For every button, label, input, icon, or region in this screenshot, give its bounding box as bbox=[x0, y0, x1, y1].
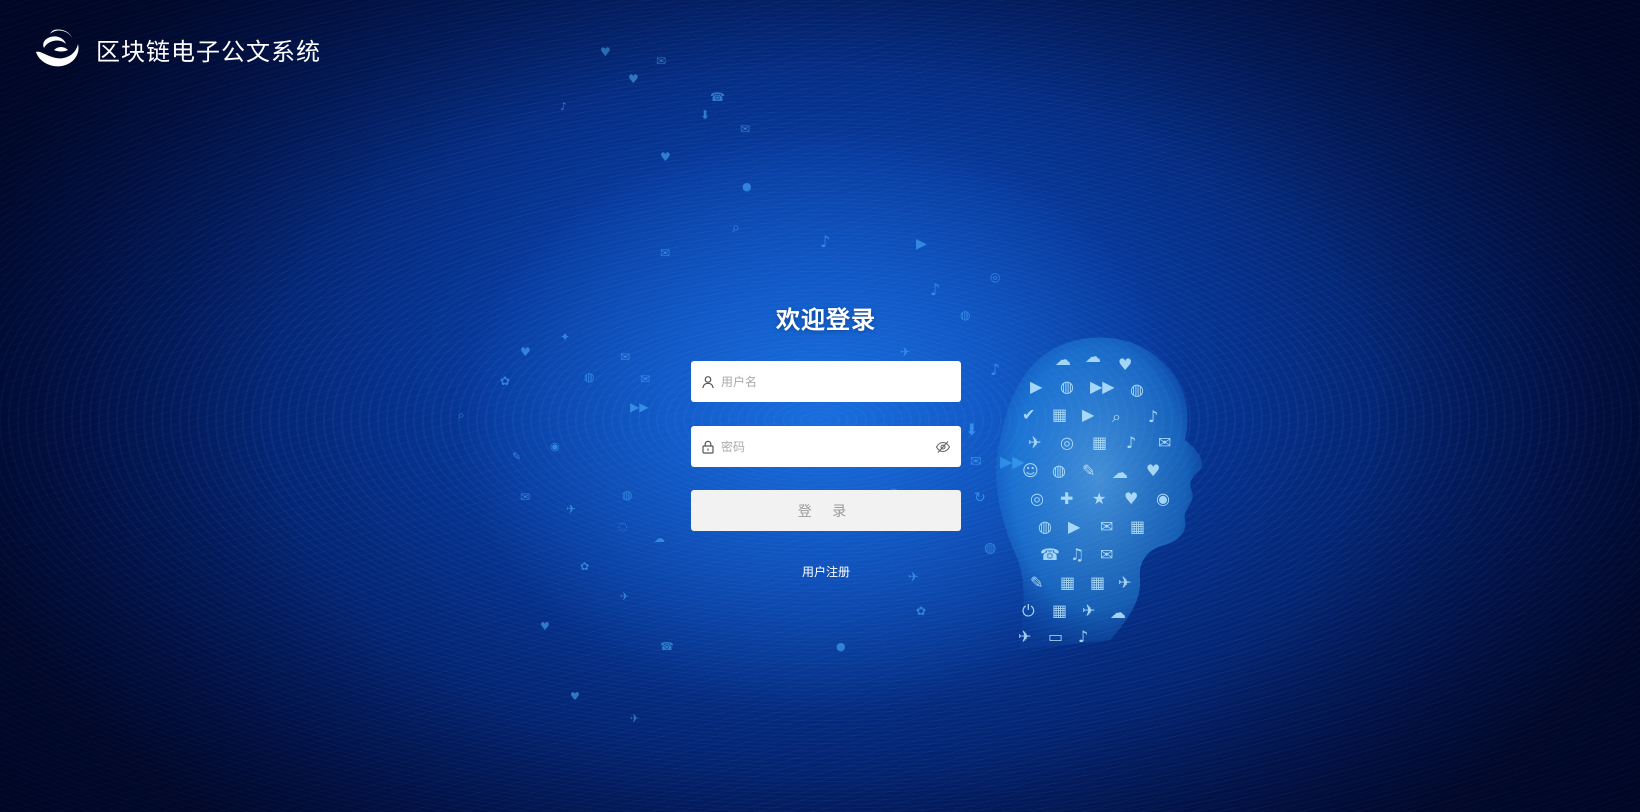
login-button[interactable]: 登 录 bbox=[691, 490, 961, 531]
svg-text:▦: ▦ bbox=[1092, 433, 1107, 452]
svg-text:⌕: ⌕ bbox=[1112, 407, 1121, 426]
head-silhouette-illustration: ☁ ☁ ♥ ▶ ◍ ▶▶ ◍ ✔ ▦ ▶ ⌕ ♪ ✈ ◎ ▦ ♪ ✉ ☺ ◍ ✎ ☁ ♥ ◎ ✚ ★ ♥ ◉ ◍ ▶ ✉ ▦ ☎… bbox=[996, 337, 1203, 650]
username-input[interactable] bbox=[721, 361, 951, 402]
svg-text:◍: ◍ bbox=[1130, 380, 1144, 399]
svg-text:♥: ♥ bbox=[1118, 355, 1132, 374]
svg-text:☎: ☎ bbox=[1040, 545, 1060, 564]
svg-text:☁: ☁ bbox=[1110, 603, 1126, 622]
app-title: 区块链电子公文系统 bbox=[96, 37, 321, 66]
svg-text:☺: ☺ bbox=[1022, 461, 1039, 480]
svg-text:☁: ☁ bbox=[1112, 463, 1128, 482]
svg-text:◍: ◍ bbox=[1052, 461, 1066, 480]
svg-text:☁: ☁ bbox=[1085, 347, 1101, 366]
svg-text:◍: ◍ bbox=[1060, 377, 1074, 396]
password-field[interactable] bbox=[691, 426, 961, 467]
svg-text:▦: ▦ bbox=[1052, 405, 1067, 424]
password-input[interactable] bbox=[721, 426, 935, 467]
login-form: 欢迎登录 登 录 用户注册 bbox=[691, 300, 961, 580]
svg-text:⏻: ⏻ bbox=[1022, 601, 1035, 620]
svg-text:✎: ✎ bbox=[1082, 461, 1095, 480]
lock-icon bbox=[702, 440, 714, 454]
svg-text:▭: ▭ bbox=[1048, 627, 1063, 646]
svg-text:♪: ♪ bbox=[1078, 627, 1088, 646]
swirl-logo-icon bbox=[36, 29, 79, 67]
svg-text:◉: ◉ bbox=[1156, 489, 1170, 508]
svg-text:▶: ▶ bbox=[1082, 405, 1095, 424]
svg-text:☁: ☁ bbox=[1055, 350, 1071, 369]
svg-text:✎: ✎ bbox=[1030, 573, 1043, 592]
svg-text:✉: ✉ bbox=[1100, 517, 1113, 536]
svg-text:▦: ▦ bbox=[1060, 573, 1075, 592]
svg-text:◍: ◍ bbox=[1038, 517, 1052, 536]
svg-text:▦: ▦ bbox=[1052, 601, 1067, 620]
svg-text:♪: ♪ bbox=[1148, 407, 1158, 426]
register-link[interactable]: 用户注册 bbox=[802, 563, 850, 580]
svg-text:▶: ▶ bbox=[1030, 377, 1043, 396]
user-icon bbox=[702, 375, 714, 388]
svg-text:♥: ♥ bbox=[1146, 461, 1160, 480]
svg-text:♪: ♪ bbox=[1126, 433, 1136, 452]
svg-text:▶: ▶ bbox=[1068, 517, 1081, 536]
svg-text:✈: ✈ bbox=[1082, 601, 1095, 620]
svg-text:✔: ✔ bbox=[1022, 405, 1035, 424]
svg-text:◎: ◎ bbox=[1060, 433, 1074, 452]
svg-text:✈: ✈ bbox=[1018, 627, 1031, 646]
eye-slash-icon[interactable] bbox=[935, 440, 951, 454]
svg-text:★: ★ bbox=[1092, 489, 1106, 508]
svg-text:▦: ▦ bbox=[1090, 573, 1105, 592]
svg-text:✉: ✉ bbox=[1158, 433, 1171, 452]
svg-text:◎: ◎ bbox=[1030, 489, 1044, 508]
username-field[interactable] bbox=[691, 361, 961, 402]
app-header: 区块链电子公文系统 bbox=[34, 28, 321, 70]
svg-text:▦: ▦ bbox=[1130, 517, 1145, 536]
svg-text:♥: ♥ bbox=[1124, 489, 1138, 508]
svg-text:✉: ✉ bbox=[1100, 545, 1113, 564]
svg-text:▶▶: ▶▶ bbox=[1090, 377, 1115, 396]
login-heading: 欢迎登录 bbox=[776, 306, 876, 334]
svg-text:✈: ✈ bbox=[1028, 433, 1041, 452]
svg-text:✈: ✈ bbox=[1118, 573, 1131, 592]
svg-text:♫: ♫ bbox=[1070, 545, 1084, 564]
svg-text:✚: ✚ bbox=[1060, 489, 1073, 508]
